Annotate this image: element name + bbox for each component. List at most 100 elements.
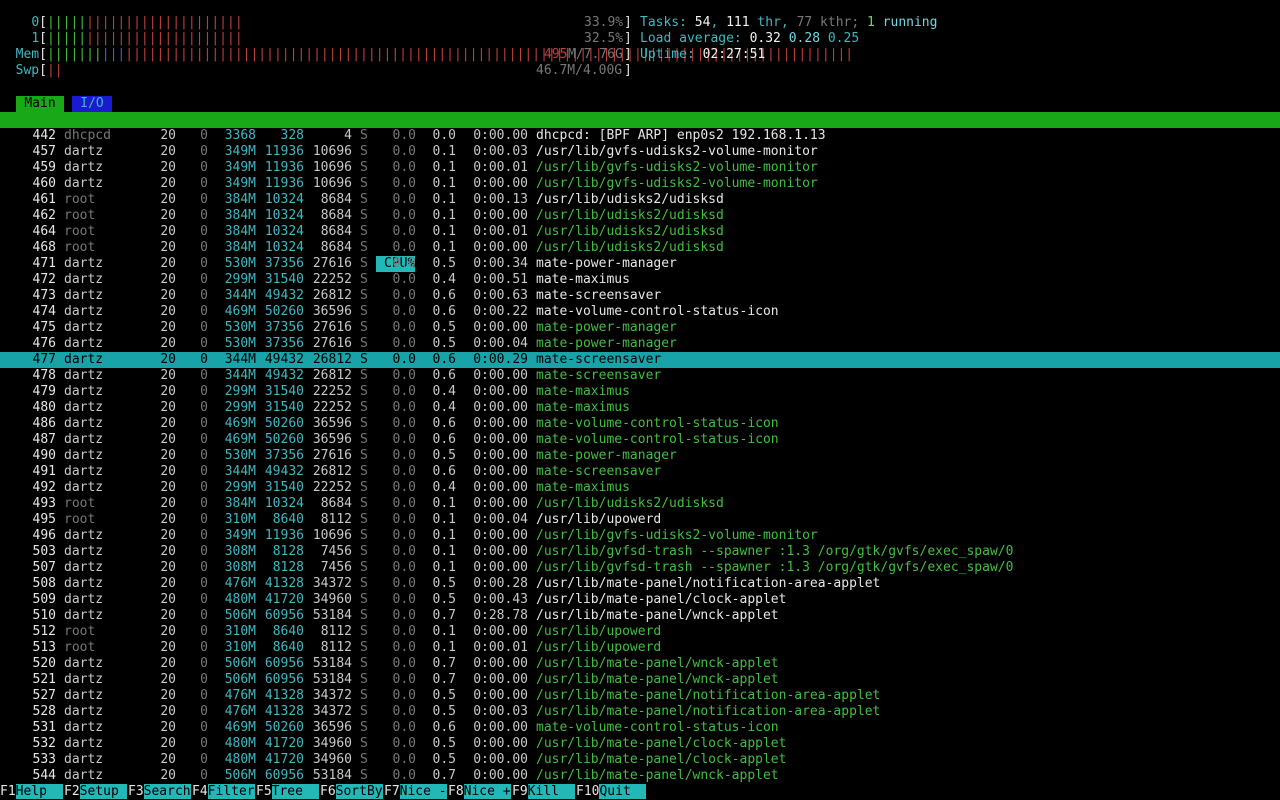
process-cmd: mate-power-manager: [536, 448, 677, 463]
process-row[interactable]: 479 dartz 20 0 299M 31540 22252 S 0.0 0.4 0:00.00 m…: [0, 384, 1280, 400]
process-row[interactable]: 531 dartz 20 0 469M 50260 36596 S 0.0 0.6 0:00.00 m…: [0, 720, 1280, 736]
process-row[interactable]: 492 dartz 20 0 299M 31540 22252 S 0.0 0.4 0:00.00 m…: [0, 480, 1280, 496]
process-row[interactable]: 461 root 20 0 384M 10324 8684 S 0.0 0.1 0:00.13/us…: [0, 192, 1280, 208]
process-row[interactable]: 478 dartz 20 0 344M 49432 26812 S 0.0 0.6 0:00.00 m…: [0, 368, 1280, 384]
process-row[interactable]: 475 dartz 20 0 530M 37356 27616 S 0.0 0.5 0:00.00 m…: [0, 320, 1280, 336]
process-pri: 20: [160, 256, 176, 271]
process-res: 60956: [264, 608, 304, 623]
process-s: S: [360, 288, 368, 303]
cpu1-meter: 1[||||||||||||||||||||||||| 32.5%]: [31, 31, 632, 46]
fkey-f1[interactable]: F1Help: [0, 784, 63, 800]
process-row[interactable]: 486 dartz 20 0 469M 50260 36596 S 0.0 0.6 0:00.00 m…: [0, 416, 1280, 432]
process-row[interactable]: 495 root 20 0 310M 8640 8112 S 0.0 0.1 0:00.04/usr…: [0, 512, 1280, 528]
process-list[interactable]: 442 dhcpcd 20 0 3368 328 4 S 0.0 0.0 0:00.00 dhcpcd…: [0, 128, 1280, 784]
process-row[interactable]: 476 dartz 20 0 530M 37356 27616 S 0.0 0.5 0:00.04 m…: [0, 336, 1280, 352]
fkey-f3[interactable]: F3Search: [128, 784, 191, 800]
process-shr: 34960: [312, 736, 352, 751]
process-row[interactable]: 503 dartz 20 0 308M 8128 7456 S 0.0 0.1 0:00.00/us…: [0, 544, 1280, 560]
process-pri: 20: [160, 544, 176, 559]
fkey-label: Nice +: [463, 784, 511, 799]
process-row[interactable]: 507 dartz 20 0 308M 8128 7456 S 0.0 0.1 0:00.00/us…: [0, 560, 1280, 576]
process-user: root: [64, 224, 96, 239]
process-mem: 0.1: [432, 176, 456, 191]
process-pri: 20: [160, 288, 176, 303]
process-row[interactable]: 512 root 20 0 310M 8640 8112 S 0.0 0.1 0:00.00/usr…: [0, 624, 1280, 640]
process-row[interactable]: 457 dartz 20 0 349M 11936 10696 S 0.0 0.1 0:00.03 /…: [0, 144, 1280, 160]
fkey-f6[interactable]: F6SortBy: [320, 784, 383, 800]
process-res: 10324: [264, 240, 304, 255]
process-time: 0:00.00: [473, 480, 528, 495]
process-row[interactable]: 544 dartz 20 0 506M 60956 53184 S 0.0 0.7 0:00.00 /…: [0, 768, 1280, 784]
process-time: 0:00.00: [473, 128, 528, 143]
fkey-f5[interactable]: F5Tree: [256, 784, 319, 800]
process-row[interactable]: 473 dartz 20 0 344M 49432 26812 S 0.0 0.6 0:00.63 m…: [0, 288, 1280, 304]
process-row[interactable]: 477 dartz 20 0 344M 49432 26812 S 0.0 0.6 0:00.29 m…: [0, 352, 1280, 368]
process-row[interactable]: 442 dhcpcd 20 0 3368 328 4 S 0.0 0.0 0:00.00 dhcpcd…: [0, 128, 1280, 144]
process-row[interactable]: 459 dartz 20 0 349M 11936 10696 S 0.0 0.1 0:00.01 /…: [0, 160, 1280, 176]
process-mem: 0.1: [432, 560, 456, 575]
process-mem: 0.6: [432, 288, 456, 303]
fkey-f8[interactable]: F8Nice +: [448, 784, 511, 800]
process-mem: 0.1: [432, 544, 456, 559]
process-pri: 20: [160, 224, 176, 239]
process-cmd: /usr/lib/mate-panel/wnck-applet: [536, 656, 779, 671]
process-row[interactable]: 490 dartz 20 0 530M 37356 27616 S 0.0 0.5 0:00.00 m…: [0, 448, 1280, 464]
process-row[interactable]: 487 dartz 20 0 469M 50260 36596 S 0.0 0.6 0:00.00 m…: [0, 432, 1280, 448]
tab-io[interactable]: I/O: [72, 96, 112, 112]
process-res: 328: [280, 128, 304, 143]
fkey-f7[interactable]: F7Nice -: [384, 784, 447, 800]
process-row[interactable]: 493 root 20 0 384M 10324 8684 S 0.0 0.1 0:00.00/us…: [0, 496, 1280, 512]
process-virt: 299M: [224, 400, 256, 415]
process-user: dartz: [64, 320, 104, 335]
process-cpu: 0.0: [392, 336, 416, 351]
process-row[interactable]: 496 dartz 20 0 349M 11936 10696 S 0.0 0.1 0:00.00 /…: [0, 528, 1280, 544]
process-s: S: [360, 624, 368, 639]
cpu1-bar-kernel: ||||||||||||||||||||: [86, 31, 243, 46]
tab-main[interactable]: Main: [16, 96, 64, 112]
process-row[interactable]: 491 dartz 20 0 344M 49432 26812 S 0.0 0.6 0:00.00 m…: [0, 464, 1280, 480]
fkey-f10[interactable]: F10Quit: [576, 784, 647, 800]
process-virt: 506M: [224, 608, 256, 623]
process-time: 0:00.43: [473, 592, 528, 607]
fkey-f2[interactable]: F2Setup: [64, 784, 127, 800]
process-time: 0:00.00: [473, 720, 528, 735]
process-row[interactable]: 480 dartz 20 0 299M 31540 22252 S 0.0 0.4 0:00.00 m…: [0, 400, 1280, 416]
process-s: S: [360, 400, 368, 415]
process-row[interactable]: 464 root 20 0 384M 10324 8684 S 0.0 0.1 0:00.01/us…: [0, 224, 1280, 240]
process-row[interactable]: 472 dartz 20 0 299M 31540 22252 S 0.0 0.4 0:00.51 m…: [0, 272, 1280, 288]
process-row[interactable]: 527 dartz 20 0 476M 41328 34372 S 0.0 0.5 0:00.00 /…: [0, 688, 1280, 704]
process-row[interactable]: 513 root 20 0 310M 8640 8112 S 0.0 0.1 0:00.01/usr…: [0, 640, 1280, 656]
process-res: 37356: [264, 448, 304, 463]
process-row[interactable]: 510 dartz 20 0 506M 60956 53184 S 0.0 0.7 0:28.78 /…: [0, 608, 1280, 624]
fkey-key: F5: [256, 784, 272, 799]
process-res: 60956: [264, 768, 304, 783]
process-row[interactable]: 532 dartz 20 0 480M 41720 34960 S 0.0 0.5 0:00.00 /…: [0, 736, 1280, 752]
process-pid: 468: [32, 240, 56, 255]
process-pri: 20: [160, 272, 176, 287]
process-row[interactable]: 533 dartz 20 0 480M 41720 34960 S 0.0 0.5 0:00.00 /…: [0, 752, 1280, 768]
process-row[interactable]: 508 dartz 20 0 476M 41328 34372 S 0.0 0.5 0:00.28 /…: [0, 576, 1280, 592]
process-pid: 508: [32, 576, 56, 591]
process-cmd: /usr/lib/gvfsd-trash --spawner :1.3 /org…: [536, 560, 1014, 575]
process-cmd: /usr/lib/mate-panel/wnck-applet: [536, 608, 779, 623]
process-row[interactable]: 521 dartz 20 0 506M 60956 53184 S 0.0 0.7 0:00.00 /…: [0, 672, 1280, 688]
process-pri: 20: [160, 304, 176, 319]
fkey-key: F8: [448, 784, 464, 799]
fkey-f9[interactable]: F9Kill: [512, 784, 575, 800]
process-pid: 479: [32, 384, 56, 399]
fkey-f4[interactable]: F4Filter: [192, 784, 255, 800]
process-row[interactable]: 474 dartz 20 0 469M 50260 36596 S 0.0 0.6 0:00.22 m…: [0, 304, 1280, 320]
process-virt: 530M: [224, 336, 256, 351]
process-s: S: [360, 176, 368, 191]
process-row[interactable]: 509 dartz 20 0 480M 41720 34960 S 0.0 0.5 0:00.43 /…: [0, 592, 1280, 608]
process-row[interactable]: 468 root 20 0 384M 10324 8684 S 0.0 0.1 0:00.00/us…: [0, 240, 1280, 256]
process-row[interactable]: 460 dartz 20 0 349M 11936 10696 S 0.0 0.1 0:00.00 /…: [0, 176, 1280, 192]
process-row[interactable]: 528 dartz 20 0 476M 41328 34372 S 0.0 0.5 0:00.03 /…: [0, 704, 1280, 720]
process-row[interactable]: 462 root 20 0 384M 10324 8684 S 0.0 0.1 0:00.00/us…: [0, 208, 1280, 224]
process-row[interactable]: 471 dartz 20 0 530M 37356 27616 S 0.0 0.5 0:00.34 m…: [0, 256, 1280, 272]
process-user: dartz: [64, 736, 104, 751]
process-ni: 0: [200, 208, 208, 223]
process-pri: 20: [160, 576, 176, 591]
process-row[interactable]: 520 dartz 20 0 506M 60956 53184 S 0.0 0.7 0:00.00 /…: [0, 656, 1280, 672]
fkey-key: F6: [320, 784, 336, 799]
